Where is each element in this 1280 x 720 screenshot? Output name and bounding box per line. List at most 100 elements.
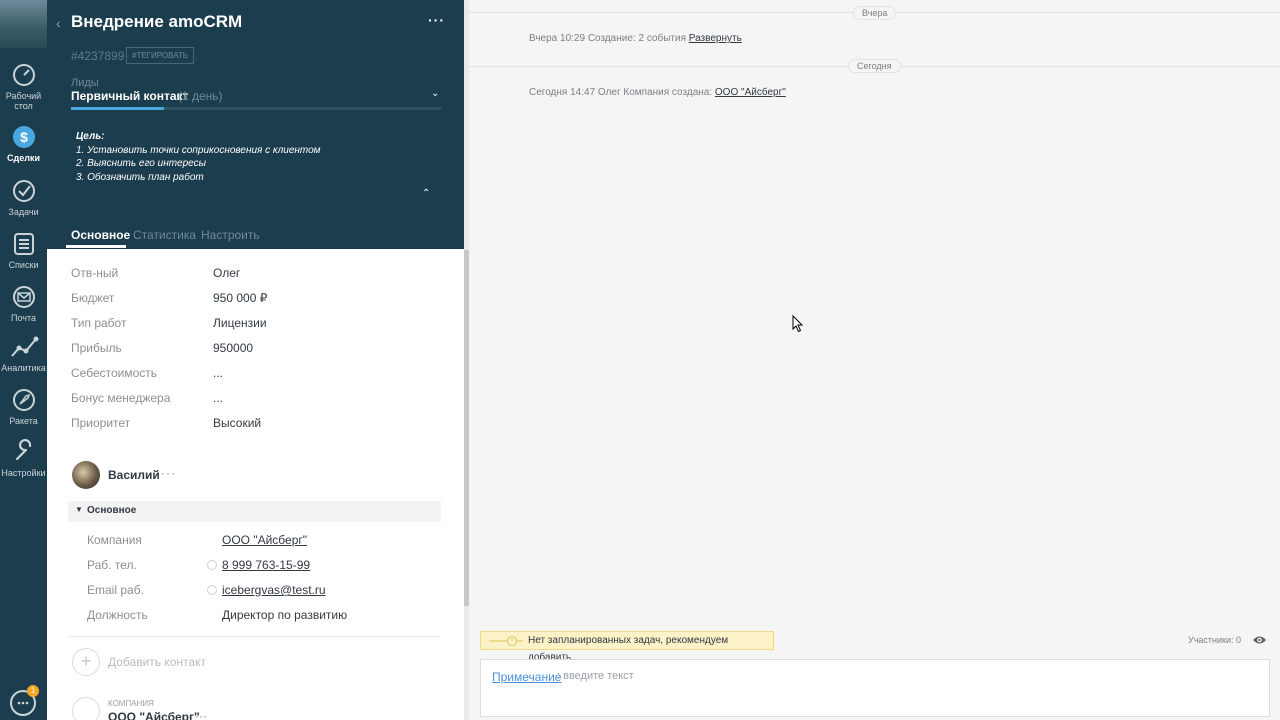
expand-link[interactable]: Развернуть: [689, 33, 742, 44]
nav-settings[interactable]: Настройки: [0, 439, 47, 478]
back-arrow-icon[interactable]: ‹: [56, 15, 61, 31]
stage-goal: Цель: 1. Установить точки соприкосновени…: [76, 130, 321, 184]
events-feed: [469, 0, 1280, 720]
tab-configure[interactable]: Настроить: [201, 228, 260, 242]
note-placeholder[interactable]: : введите текст: [557, 670, 634, 682]
field-label: Прибыль: [71, 341, 122, 355]
field-label: Бюджет: [71, 291, 115, 305]
no-tasks-text: Нет запланированных задач, рекомендуем: [528, 635, 729, 646]
company-name[interactable]: ООО "Айсберг": [108, 710, 200, 720]
tab-active-indicator: [66, 245, 126, 248]
event-today: Сегодня 14:47 Олег Компания создана: ООО…: [529, 87, 786, 98]
goal-line: 2. Выяснить его интересы: [76, 158, 206, 169]
contact-section-title[interactable]: Основное: [87, 505, 136, 516]
field-value[interactable]: Олег: [213, 266, 240, 280]
field-label: Должность: [87, 608, 148, 622]
participants-count[interactable]: Участники: 0: [1188, 635, 1241, 645]
event-yesterday: Вчера 10:29 Создание: 2 события Разверну…: [529, 33, 742, 44]
goal-line: 1. Установить точки соприкосновения с кл…: [76, 144, 321, 156]
nav-deals[interactable]: $ Сделки: [0, 124, 47, 163]
field-value[interactable]: Лицензии: [213, 316, 267, 330]
rocket-icon: [12, 389, 35, 411]
field-value[interactable]: 950 000 ₽: [213, 291, 267, 305]
lead-card-header: [47, 0, 464, 249]
nav-tasks[interactable]: Задачи: [0, 178, 47, 217]
field-label: Компания: [87, 533, 142, 547]
clock-icon: [489, 636, 523, 646]
add-contact-button[interactable]: Добавить контакт: [108, 655, 206, 669]
company-avatar[interactable]: [72, 697, 100, 720]
mouse-cursor-icon: [792, 315, 804, 333]
contact-more-icon[interactable]: ···: [161, 466, 176, 480]
phone-link[interactable]: 8 999 763-15-99: [222, 558, 310, 572]
company-link[interactable]: ООО "Айсберг": [222, 533, 307, 547]
field-value[interactable]: ...: [213, 366, 223, 380]
tag-button[interactable]: #ТЕГИРОВАТЬ: [126, 47, 195, 64]
nav-label: Настройки: [1, 468, 46, 478]
nav-analytics[interactable]: Аналитика: [0, 334, 47, 373]
dashboard-icon: [12, 64, 35, 86]
nav-label: Почта: [11, 313, 36, 323]
nav-label: Задачи: [8, 207, 39, 217]
stage-duration: (1 день): [178, 89, 223, 103]
stage-progress-fill: [71, 107, 164, 110]
plus-icon[interactable]: +: [72, 648, 100, 676]
field-label: Email раб.: [87, 583, 144, 597]
lead-title[interactable]: Внедрение amoCRM: [71, 12, 242, 32]
account-avatar[interactable]: [0, 0, 47, 48]
goal-title: Цель:: [76, 131, 105, 142]
field-value[interactable]: 950000: [213, 341, 253, 355]
field-value[interactable]: Директор по развитию: [222, 608, 347, 622]
tab-statistics[interactable]: Статистика: [133, 228, 196, 242]
email-link[interactable]: icebergvas@test.ru: [222, 583, 326, 597]
field-label: Раб. тел.: [87, 558, 137, 572]
nav-label: Списки: [8, 260, 39, 270]
tasks-icon: [12, 180, 35, 202]
more-options-icon[interactable]: ···: [428, 12, 445, 28]
nav-mail[interactable]: Почта: [0, 284, 47, 323]
nav-label: Рабочий стол: [5, 91, 42, 111]
analytics-icon: [10, 336, 38, 357]
chevron-down-icon[interactable]: ⌄: [431, 88, 439, 99]
tab-main[interactable]: Основное: [71, 228, 130, 242]
nav-label: Сделки: [7, 153, 40, 163]
contact-name[interactable]: Василий: [108, 468, 160, 482]
field-value[interactable]: Высокий: [213, 416, 261, 430]
field-label: Приоритет: [71, 416, 131, 430]
nav-lists[interactable]: Списки: [0, 231, 47, 270]
goal-line: 3. Обозначить план работ: [76, 171, 204, 183]
phone-icon[interactable]: [207, 560, 217, 570]
settings-icon: [15, 439, 31, 461]
field-label: Себестоимость: [71, 366, 158, 380]
nav-dashboard[interactable]: Рабочий стол: [0, 62, 47, 111]
day-label-yesterday: Вчера: [853, 6, 897, 20]
mail-icon: [12, 286, 35, 308]
field-label: Тип работ: [71, 316, 127, 330]
chat-badge: 1: [27, 685, 39, 697]
nav-label: Ракета: [9, 416, 38, 426]
event-text: Вчера 10:29 Создание: 2 события: [529, 33, 686, 44]
field-label: Отв-ный: [71, 266, 119, 280]
stage-name[interactable]: Первичный контакт: [71, 89, 188, 103]
no-tasks-banner: Нет запланированных задач, рекомендуем д…: [480, 631, 774, 663]
company-caption: КОМПАНИЯ: [108, 699, 154, 708]
event-text: Сегодня 14:47 Олег Компания создана:: [529, 87, 713, 98]
note-input[interactable]: [480, 659, 1270, 717]
pipeline-label: Лиды: [71, 77, 99, 89]
lead-id: #4237899: [71, 49, 125, 63]
svg-text:$: $: [20, 129, 28, 145]
company-more-icon[interactable]: ···: [195, 709, 207, 720]
divider: [68, 636, 441, 637]
field-label: Бонус менеджера: [71, 391, 171, 405]
nav-label: Аналитика: [1, 363, 46, 373]
field-value[interactable]: ...: [213, 391, 223, 405]
contact-avatar[interactable]: [72, 461, 100, 489]
note-type-selector[interactable]: Примечание: [492, 670, 561, 684]
eye-icon[interactable]: [1252, 634, 1267, 646]
email-icon[interactable]: [207, 585, 217, 595]
nav-rocket[interactable]: Ракета: [0, 387, 47, 426]
company-event-link[interactable]: ООО "Айсберг": [715, 87, 786, 98]
deals-icon: $: [12, 126, 35, 148]
chevron-up-icon[interactable]: ⌃: [422, 188, 430, 199]
caret-down-icon[interactable]: ▼: [75, 505, 83, 514]
